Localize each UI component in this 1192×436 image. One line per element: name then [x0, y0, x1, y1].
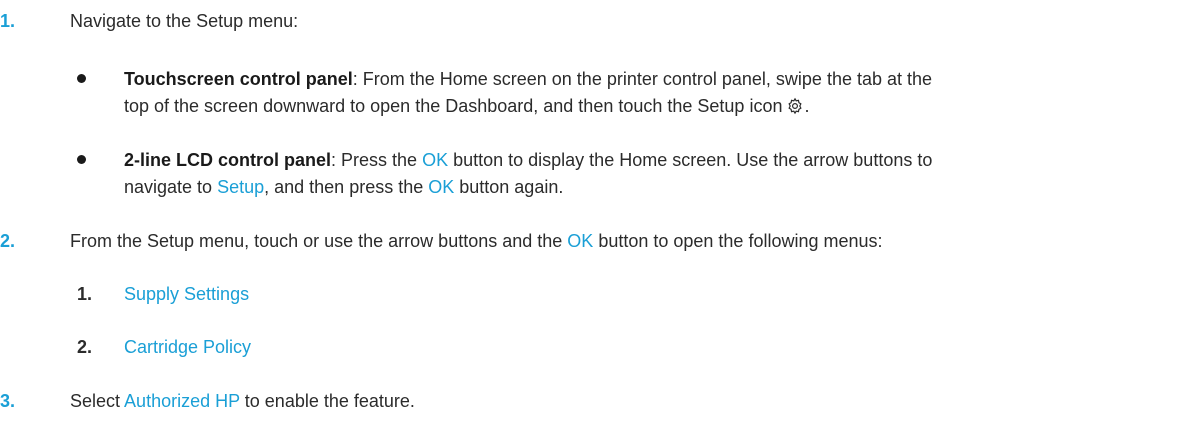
bullet-1-line-2: top of the screen downward to open the D… — [124, 96, 810, 116]
bullet-1-title: Touchscreen control panel — [124, 69, 353, 89]
bullet-2-line-1: 2-line LCD control panel: Press the OK b… — [124, 147, 932, 173]
step-1-text: Navigate to the Setup menu: — [70, 11, 299, 31]
ok-keyword: OK — [422, 150, 449, 170]
setup-keyword: Setup — [217, 177, 265, 197]
substep-1-number: 1. — [77, 284, 93, 304]
gear-icon — [788, 97, 803, 115]
authorized-hp-keyword: Authorized HP — [124, 391, 240, 411]
ok-keyword: OK — [428, 177, 455, 197]
bullet-2-text: , and then press the — [264, 177, 429, 197]
bullet-1-line-1: Touchscreen control panel: From the Home… — [124, 66, 932, 92]
substep-2-number: 2. — [77, 337, 93, 357]
bullet-1-text-2: top of the screen downward to open the D… — [124, 96, 783, 116]
bullet-2-text: button to display the Home screen. Use t… — [448, 150, 933, 170]
step-3-text: Select Authorized HP to enable the featu… — [70, 388, 415, 414]
bullet-2-title: 2-line LCD control panel — [124, 150, 332, 170]
substep-supply-settings: Supply Settings — [124, 284, 250, 304]
step-2-text: From the Setup menu, touch or use the ar… — [70, 228, 883, 254]
bullet-2-text: : Press the — [331, 150, 423, 170]
bullet-dot — [77, 74, 86, 83]
step-2-text-a: From the Setup menu, touch or use the ar… — [70, 231, 568, 251]
bullet-dot — [77, 155, 86, 164]
step-1-number: 1. — [0, 11, 16, 31]
bullet-1-text-1: : From the Home screen on the printer co… — [352, 69, 933, 89]
step-2-text-c: button to open the following menus: — [593, 231, 883, 251]
bullet-2-text: navigate to — [124, 177, 218, 197]
step-3-text-a: Select — [70, 391, 125, 411]
substep-cartridge-policy: Cartridge Policy — [124, 337, 252, 357]
bullet-2-line-2: navigate to Setup, and then press the OK… — [124, 174, 563, 200]
ok-keyword: OK — [567, 231, 594, 251]
bullet-2-text: button again. — [454, 177, 564, 197]
step-2-number: 2. — [0, 231, 16, 251]
step-3-number: 3. — [0, 391, 16, 411]
step-3-text-c: to enable the feature. — [239, 391, 415, 411]
